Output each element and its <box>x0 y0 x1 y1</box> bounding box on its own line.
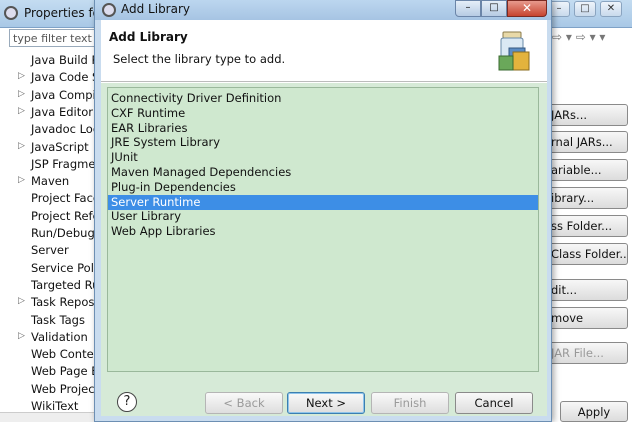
expand-arrow-icon[interactable]: ▷ <box>18 296 25 306</box>
tree-item[interactable]: Project Refer <box>0 208 100 225</box>
help-icon[interactable]: ? <box>117 392 137 412</box>
tree-item[interactable]: ▷ Java Compile <box>0 87 100 104</box>
library-jar-icon <box>498 31 530 71</box>
tree-item[interactable]: Service Polic <box>0 260 100 277</box>
tree-item[interactable]: Project Facet <box>0 190 100 207</box>
tree-item[interactable]: ▷ Java Editor <box>0 104 99 121</box>
wizard-header-title: Add Library <box>109 30 188 44</box>
tree-item-label: Project Facet <box>31 191 100 206</box>
properties-window-controls: – □ ✕ <box>548 0 632 20</box>
next-button[interactable]: Next > <box>287 392 365 414</box>
tree-item-label: Server <box>31 243 69 258</box>
properties-window-title: Properties for <box>24 6 105 20</box>
close-icon[interactable]: ✕ <box>600 1 622 17</box>
tree-item-label: WikiText <box>31 399 79 413</box>
tree-item-label: Run/Debug S <box>31 226 100 240</box>
history-nav-arrows[interactable]: ⇨ ▾ ⇨ ▾ ▾ <box>552 30 632 48</box>
tree-item-label: Maven <box>31 174 70 189</box>
tree-item-label: JavaScript <box>31 139 89 154</box>
finish-button[interactable]: Finish <box>371 392 449 414</box>
tree-item-label: Service Polic <box>31 260 100 275</box>
library-type-item[interactable]: Maven Managed Dependencies <box>108 165 538 180</box>
tree-item[interactable]: Javadoc Loc <box>0 121 100 138</box>
back-button[interactable]: < Back <box>205 392 283 414</box>
tree-horizontal-scrollbar[interactable] <box>0 412 100 422</box>
maximize-icon[interactable]: □ <box>574 1 596 17</box>
tree-item-label: Web Project <box>31 381 100 396</box>
wizard-header-description: Select the library type to add. <box>113 52 286 66</box>
wizard-button-bar: ? < Back Next > Finish Cancel <box>101 390 547 416</box>
build-path-button[interactable]: rnal JARs... <box>540 131 628 153</box>
tree-item[interactable]: ▷ Java Code St <box>0 69 100 86</box>
expand-arrow-icon[interactable]: ▷ <box>18 89 25 99</box>
tree-item-label: Java Build Pa <box>31 53 100 67</box>
tree-item-label: Project Refer <box>31 208 100 223</box>
build-path-button[interactable]: dit... <box>540 279 628 301</box>
tree-item[interactable]: Java Build Pa <box>0 52 100 69</box>
tree-item[interactable]: ▷ Maven <box>0 173 99 190</box>
dialog-close-icon[interactable]: ✕ <box>507 0 547 17</box>
library-type-item[interactable]: CXF Runtime <box>108 106 538 121</box>
tree-item[interactable]: ▷ JavaScript <box>0 139 99 156</box>
expand-arrow-icon[interactable]: ▷ <box>18 141 25 151</box>
build-path-button[interactable]: ibrary... <box>540 187 628 209</box>
expand-arrow-icon[interactable]: ▷ <box>18 175 25 185</box>
tree-item[interactable]: ▷ Validation <box>0 329 99 346</box>
tree-item[interactable]: Task Tags <box>0 312 99 329</box>
tree-item-label: Validation <box>31 329 88 344</box>
tree-item-label: JSP Fragmen <box>31 156 100 171</box>
tree-item-label: Java Code St <box>31 70 100 85</box>
tree-item[interactable]: Web Project <box>0 381 100 398</box>
library-type-item[interactable]: User Library <box>108 209 538 224</box>
wizard-content: Connectivity Driver Definition CXF Runtim… <box>101 83 547 390</box>
expand-arrow-icon[interactable]: ▷ <box>18 71 25 81</box>
cancel-button[interactable]: Cancel <box>455 392 533 414</box>
library-type-item[interactable]: Connectivity Driver Definition <box>108 91 538 106</box>
dialog-title: Add Library <box>121 2 191 16</box>
tree-item[interactable]: Server <box>0 242 99 259</box>
tree-item[interactable]: Targeted Ru <box>0 277 100 294</box>
tree-item-label: Targeted Ru <box>31 277 100 292</box>
library-type-list[interactable]: Connectivity Driver Definition CXF Runtim… <box>107 87 539 372</box>
apply-button[interactable]: Apply <box>560 401 628 422</box>
tree-item[interactable]: JSP Fragmen <box>0 156 100 173</box>
library-type-item[interactable]: JRE System Library <box>108 135 538 150</box>
tree-item-label: Task Reposit <box>31 295 100 310</box>
library-type-item[interactable]: Plug-in Dependencies <box>108 180 538 195</box>
eclipse-app-icon <box>4 6 18 20</box>
dialog-minimize-icon[interactable]: – <box>455 0 481 17</box>
tree-item[interactable]: Web Conten <box>0 346 100 363</box>
library-type-item[interactable]: JUnit <box>108 150 538 165</box>
tree-item[interactable]: Web Page E <box>0 363 99 380</box>
tree-item[interactable]: ▷ Task Reposit <box>0 294 100 311</box>
dialog-maximize-icon[interactable]: □ <box>481 0 507 17</box>
tree-item-label: Java Compile <box>31 87 100 102</box>
tree-item-label: Web Page E <box>31 364 99 379</box>
dialog-client-area: Add Library Select the library type to a… <box>101 20 547 416</box>
build-path-button[interactable]: Class Folder... <box>540 243 628 265</box>
filter-input[interactable]: type filter text <box>9 29 97 47</box>
expand-arrow-icon[interactable]: ▷ <box>18 331 25 341</box>
library-type-item[interactable]: Web App Libraries <box>108 224 538 239</box>
build-path-button[interactable]: move <box>540 307 628 329</box>
properties-tree: Java Build Pa ▷ Java Code St ▷ Java Compile ▷… <box>0 50 100 414</box>
tree-item-label: Task Tags <box>31 312 85 327</box>
tree-item-label: Web Conten <box>31 347 100 362</box>
build-path-button[interactable]: ariable... <box>540 159 628 181</box>
tree-item-label: Javadoc Loc <box>31 122 100 137</box>
build-path-button[interactable]: JAR File... <box>540 342 628 364</box>
tree-item-label: Java Editor <box>31 104 93 119</box>
tree-item[interactable]: Run/Debug S <box>0 225 100 242</box>
build-path-button[interactable]: JARs... <box>540 104 628 126</box>
eclipse-dialog-icon <box>102 3 116 17</box>
library-type-item[interactable]: EAR Libraries <box>108 121 538 136</box>
expand-arrow-icon[interactable]: ▷ <box>18 106 25 116</box>
build-path-button[interactable]: ss Folder... <box>540 215 628 237</box>
wizard-header: Add Library Select the library type to a… <box>101 20 547 82</box>
add-library-dialog: Add Library – □ ✕ Add Library Select the… <box>94 0 552 422</box>
library-type-item[interactable]: Server Runtime <box>108 194 538 210</box>
